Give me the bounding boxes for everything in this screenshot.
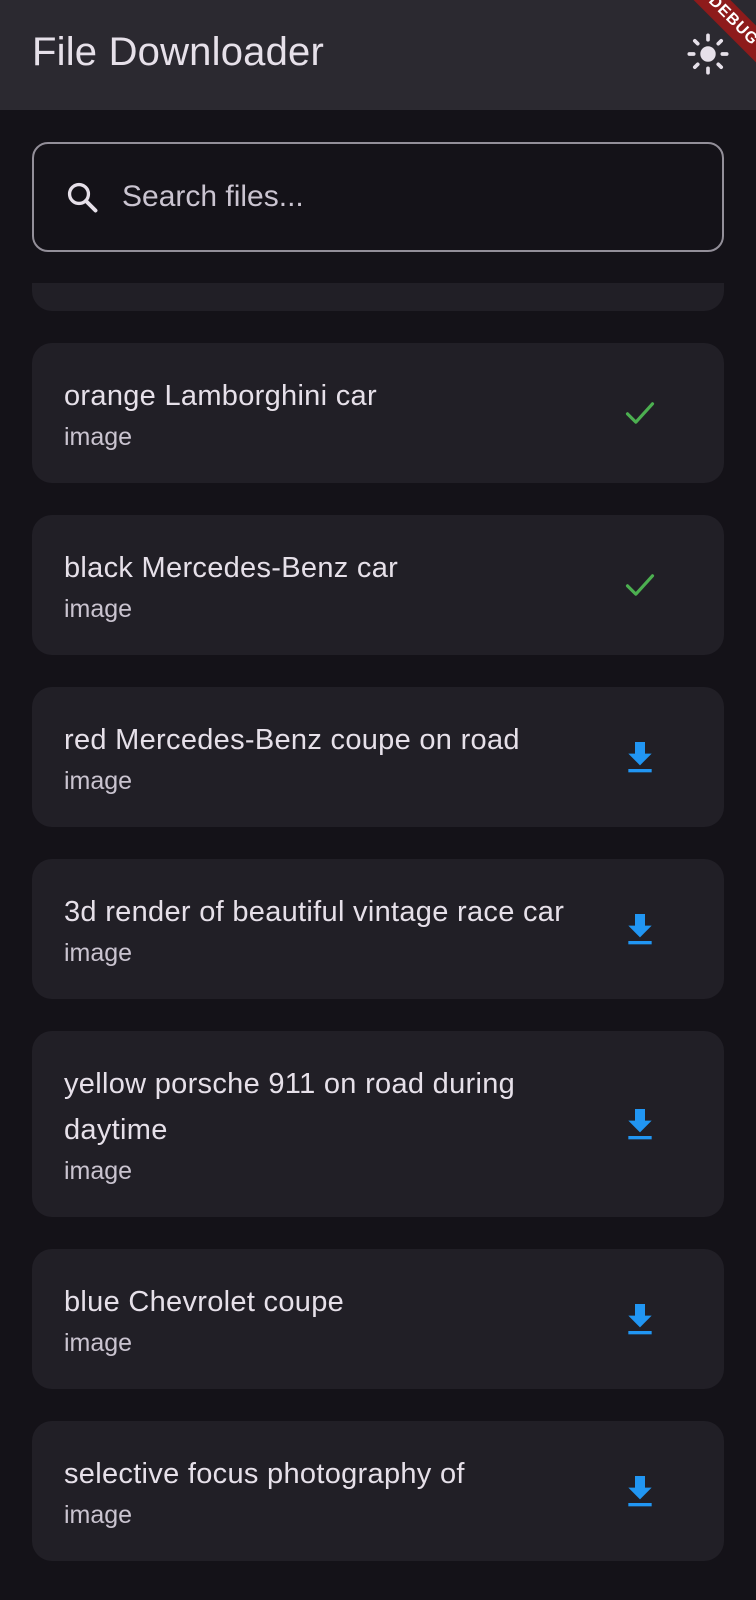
file-card[interactable]: next to each otherimage (32, 283, 724, 311)
file-type: image (64, 423, 133, 451)
app-title: File Downloader (32, 30, 325, 74)
app-bar: File Downloader DEBUG (0, 0, 756, 110)
downloaded-check-icon (616, 561, 664, 609)
file-title: yellow porsche 911 on road during daytim… (64, 1068, 516, 1146)
file-title: red Mercedes-Benz coupe on road (64, 724, 520, 756)
sun-icon (687, 33, 729, 75)
theme-toggle-button[interactable] (684, 30, 732, 78)
check-icon (620, 393, 660, 433)
file-type: image (64, 1501, 133, 1529)
search-input[interactable] (122, 180, 722, 214)
file-title: orange Lamborghini car (64, 380, 377, 412)
file-title: blue Chevrolet coupe (64, 1286, 345, 1318)
download-icon (620, 1299, 660, 1339)
file-type: image (64, 1329, 133, 1357)
download-button[interactable] (616, 1100, 664, 1148)
file-type: image (64, 1157, 133, 1185)
file-card[interactable]: red Mercedes-Benz coupe on road image (32, 687, 724, 827)
file-type: image (64, 939, 133, 967)
download-icon (620, 737, 660, 777)
search-field[interactable] (32, 142, 724, 252)
download-icon (620, 1471, 660, 1511)
check-icon (620, 565, 660, 605)
file-title: 3d render of beautiful vintage race car (64, 896, 565, 928)
file-card[interactable]: selective focus photography of image (32, 1421, 724, 1561)
file-type: image (64, 595, 133, 623)
file-type: image (64, 767, 133, 795)
downloaded-check-icon (616, 389, 664, 437)
file-list[interactable]: next to each otherimage orange Lamborghin… (0, 283, 756, 1600)
download-button[interactable] (616, 1295, 664, 1343)
download-icon (620, 1104, 660, 1144)
file-card[interactable]: blue Chevrolet coupe image (32, 1249, 724, 1389)
download-button[interactable] (616, 905, 664, 953)
file-title: selective focus photography of (64, 1458, 465, 1490)
download-button[interactable] (616, 1467, 664, 1515)
search-icon (62, 177, 102, 217)
download-button[interactable] (616, 733, 664, 781)
file-card[interactable]: black Mercedes-Benz car image (32, 515, 724, 655)
file-card[interactable]: orange Lamborghini car image (32, 343, 724, 483)
file-card[interactable]: 3d render of beautiful vintage race car i… (32, 859, 724, 999)
file-title: black Mercedes-Benz car (64, 552, 399, 584)
file-card[interactable]: yellow porsche 911 on road during daytim… (32, 1031, 724, 1217)
download-icon (620, 909, 660, 949)
